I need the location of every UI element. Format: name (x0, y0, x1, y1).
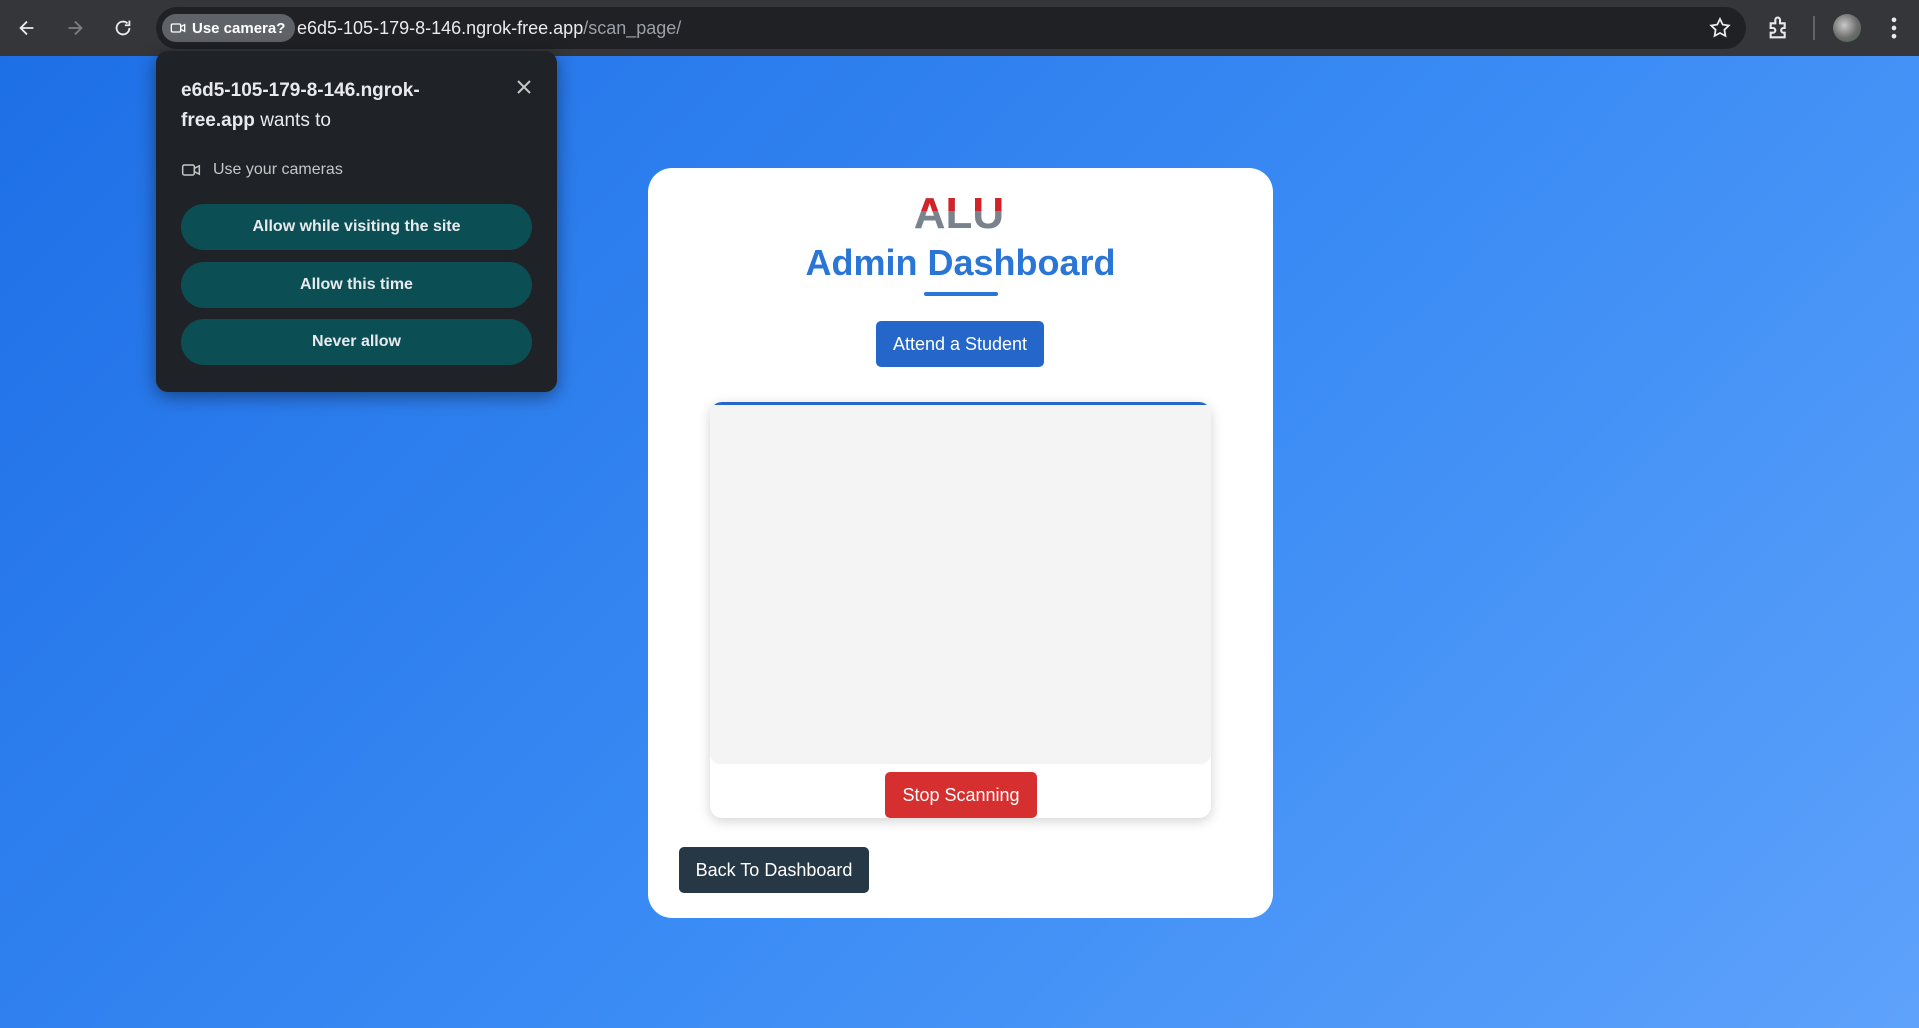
address-bar[interactable]: Use camera? e6d5-105-179-8-146.ngrok-fre… (156, 7, 1746, 49)
more-menu-icon[interactable] (1880, 14, 1908, 42)
alu-logo: ALU ALU (909, 192, 1009, 230)
never-allow-button[interactable]: Never allow (181, 319, 532, 365)
close-icon[interactable] (512, 75, 536, 99)
camera-chip-label: Use camera? (192, 19, 286, 37)
camera-preview (710, 405, 1211, 764)
allow-this-time-button[interactable]: Allow this time (181, 262, 532, 308)
stop-scanning-button[interactable]: Stop Scanning (885, 772, 1037, 818)
camera-permission-chip[interactable]: Use camera? (162, 14, 296, 42)
attend-student-button[interactable]: Attend a Student (876, 321, 1044, 367)
forward-arrow-icon[interactable] (57, 10, 93, 46)
allow-while-visiting-button[interactable]: Allow while visiting the site (181, 204, 532, 250)
back-to-dashboard-button[interactable]: Back To Dashboard (679, 847, 869, 893)
page-title: Admin Dashboard (805, 242, 1116, 283)
extensions-puzzle-icon[interactable] (1766, 14, 1794, 42)
bookmark-star-icon[interactable] (1708, 16, 1732, 40)
toolbar-divider (1813, 16, 1815, 40)
url-text[interactable]: e6d5-105-179-8-146.ngrok-free.app/scan_p… (297, 18, 681, 39)
scan-card: ALU ALU Admin Dashboard Attend a Student… (648, 168, 1273, 918)
back-arrow-icon[interactable] (9, 10, 45, 46)
permission-row: Use your cameras (181, 160, 343, 180)
camera-permission-popup: e6d5-105-179-8-146.ngrok-free.app wants … (156, 51, 557, 392)
browser-toolbar: Use camera? e6d5-105-179-8-146.ngrok-fre… (0, 0, 1919, 56)
permission-label: Use your cameras (213, 161, 343, 178)
reload-icon[interactable] (105, 10, 141, 46)
qr-scanner-panel: Stop Scanning (710, 402, 1211, 818)
popup-title: e6d5-105-179-8-146.ngrok-free.app wants … (181, 76, 481, 136)
url-path: /scan_page/ (583, 18, 682, 38)
title-underline (924, 292, 998, 296)
camera-icon (170, 23, 186, 33)
profile-avatar[interactable] (1833, 14, 1861, 42)
video-camera-icon (181, 164, 201, 176)
url-host: e6d5-105-179-8-146.ngrok-free.app (297, 18, 584, 38)
popup-suffix: wants to (254, 110, 331, 131)
